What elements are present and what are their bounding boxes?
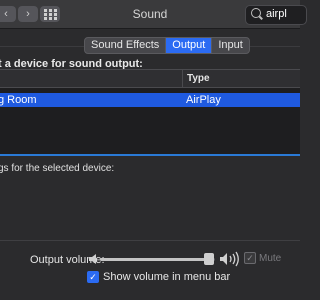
column-header-type[interactable]: Type <box>182 70 210 87</box>
show-volume-label: Show volume in menu bar <box>103 271 231 283</box>
volume-slider-knob[interactable] <box>204 253 215 265</box>
section-divider <box>0 240 300 241</box>
device-type: AirPlay <box>186 94 221 106</box>
device-name: g Room <box>0 94 37 106</box>
speaker-high-icon <box>220 251 239 267</box>
title-bar: ‹ › Sound airpl <box>0 0 307 29</box>
search-icon <box>251 8 261 18</box>
table-row[interactable]: g Room AirPlay <box>0 93 300 107</box>
device-table[interactable]: Type g Room AirPlay <box>0 69 300 156</box>
output-volume-slider[interactable] <box>100 253 215 265</box>
tab-output[interactable]: Output <box>165 38 212 53</box>
search-input[interactable]: airpl <box>266 8 287 20</box>
tab-input[interactable]: Input <box>211 38 248 53</box>
mute-checkbox[interactable]: ✓ <box>244 252 256 264</box>
mute-label: Mute <box>259 252 282 264</box>
tab-sound-effects[interactable]: Sound Effects <box>85 38 165 53</box>
show-volume-checkbox[interactable]: ✓ <box>87 271 99 283</box>
table-header: Type <box>0 70 300 88</box>
mute-control[interactable]: ✓ Mute <box>244 252 281 264</box>
speaker-low-icon <box>89 254 96 264</box>
search-field[interactable]: airpl <box>245 5 307 25</box>
volume-fill <box>100 258 210 261</box>
tab-bar: Sound Effects Output Input <box>84 37 250 54</box>
show-volume-control[interactable]: ✓ Show volume in menu bar <box>87 271 230 283</box>
table-focus-ring <box>0 154 300 156</box>
settings-label: gs for the selected device: <box>0 163 115 174</box>
